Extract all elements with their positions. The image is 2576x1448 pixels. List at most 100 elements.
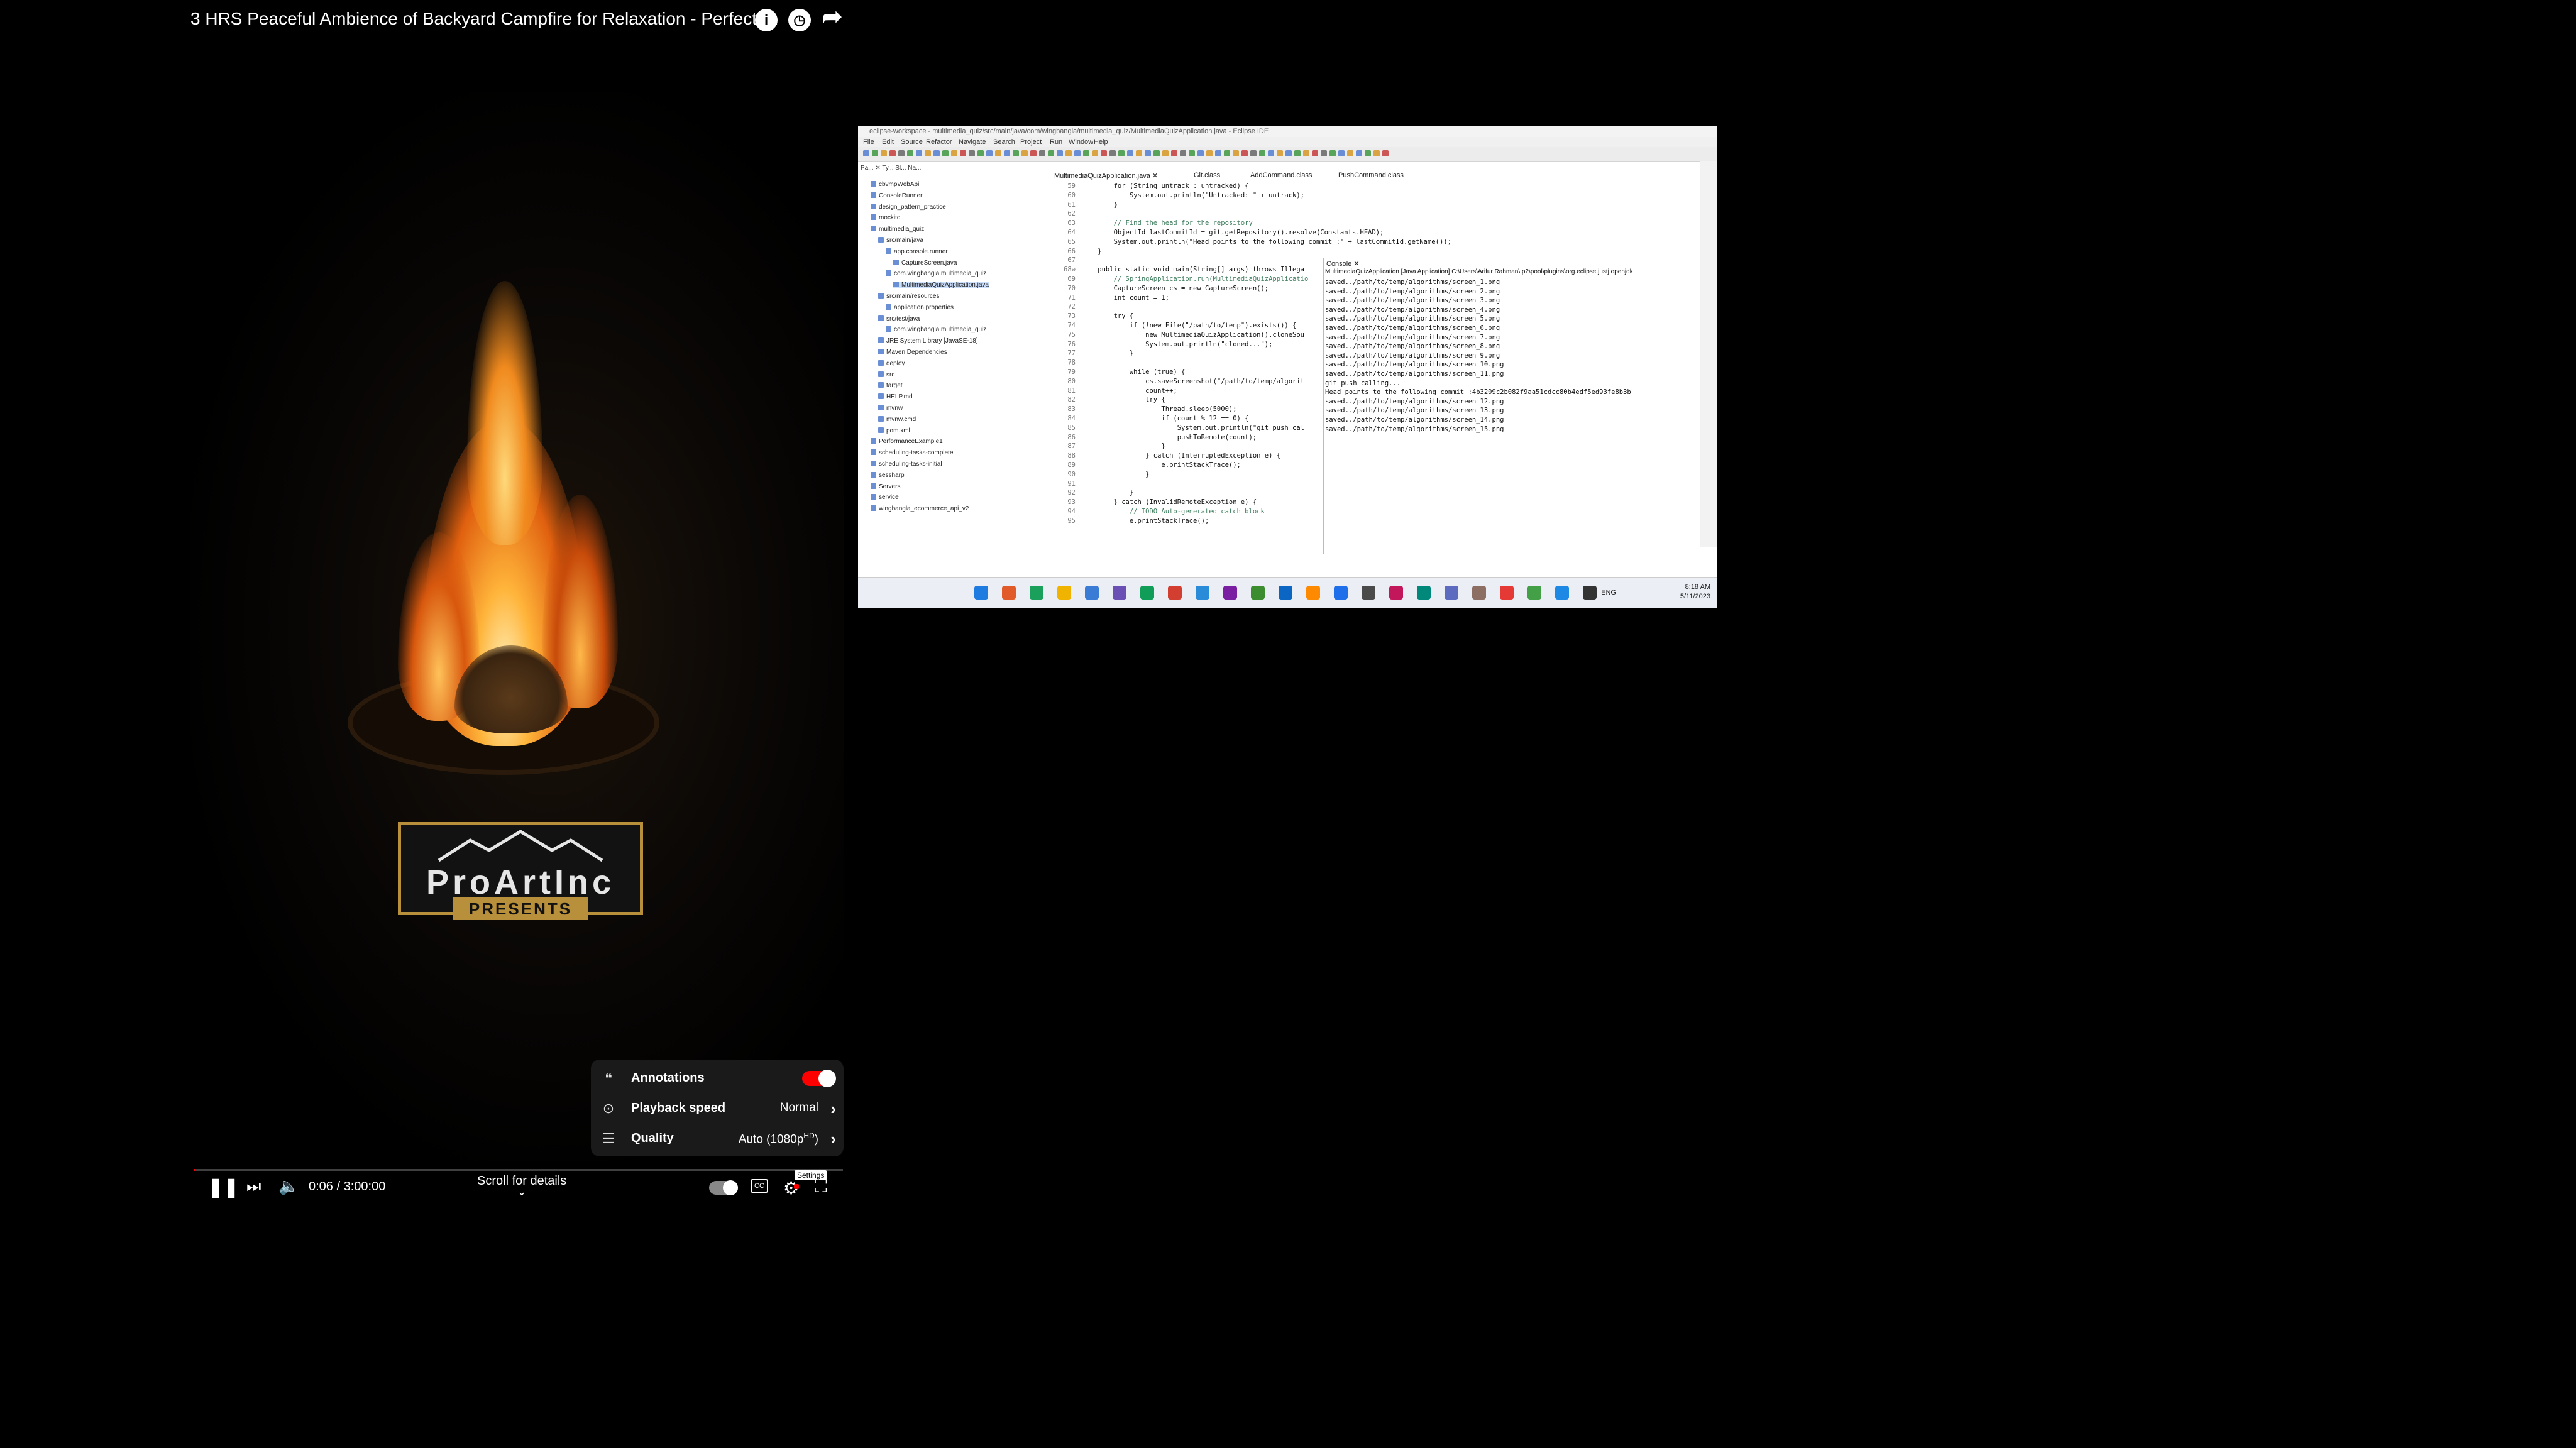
clock-icon[interactable]: ◷	[788, 9, 811, 31]
editor-tab: MultimediaQuizApplication.java ✕	[1054, 172, 1159, 180]
line-number: 88	[1067, 452, 1076, 460]
video-frame[interactable]	[190, 92, 844, 1161]
toolbar-icon	[1224, 150, 1230, 156]
eclipse-toolbar	[858, 147, 1717, 162]
console-line: saved../path/to/temp/algorithms/screen_1…	[1325, 407, 1504, 415]
tree-item: cbvmpWebApi	[871, 181, 919, 188]
tree-item: JRE System Library [JavaSE-18]	[878, 337, 978, 344]
quality-row[interactable]: ☰ Quality Auto (1080pHD) ›	[591, 1124, 844, 1154]
line-number: 66	[1067, 247, 1076, 255]
taskbar-app-icon	[1030, 586, 1043, 600]
line-number: 64	[1067, 229, 1076, 236]
subtitles-icon[interactable]: CC	[751, 1179, 768, 1193]
code-text: int count = 1;	[1082, 293, 1170, 302]
code-line: 64 ObjectId lastCommitId = git.getReposi…	[1059, 229, 1384, 236]
autoplay-toggle[interactable]	[709, 1180, 738, 1195]
progress-bar[interactable]	[194, 1169, 843, 1171]
quality-label: Quality	[631, 1131, 674, 1145]
code-text: CaptureScreen cs = new CaptureScreen();	[1082, 284, 1269, 292]
code-line: 59 for (String untrack : untracked) {	[1059, 182, 1248, 190]
tree-item: CaptureScreen.java	[893, 260, 957, 266]
editor-tabs: MultimediaQuizApplication.java ✕ Git.clas…	[1049, 171, 1703, 181]
tree-item: multimedia_quiz	[871, 226, 924, 233]
code-line: 92 }	[1059, 489, 1133, 496]
progress-played	[194, 1169, 195, 1171]
taskbar-app-icon	[1140, 586, 1154, 600]
toolbar-icon	[1136, 150, 1142, 156]
toolbar-icon	[1268, 150, 1274, 156]
code-text: e.printStackTrace();	[1082, 461, 1241, 469]
playback-speed-row[interactable]: ⊙ Playback speed Normal ›	[591, 1094, 844, 1124]
pause-icon[interactable]: ❚❚	[207, 1176, 239, 1198]
code-text: try {	[1082, 312, 1134, 321]
annotations-row[interactable]: ❝ Annotations	[591, 1063, 844, 1094]
taskbar-app-icon	[1251, 586, 1265, 600]
toolbar-icon	[1233, 150, 1239, 156]
annotations-toggle[interactable]	[802, 1070, 836, 1087]
line-number: 80	[1067, 377, 1076, 385]
chevron-right-icon: ›	[830, 1099, 836, 1118]
tree-item: MultimediaQuizApplication.java	[893, 282, 989, 289]
toolbar-icon	[1250, 150, 1257, 156]
taskbar-app-icon	[1389, 586, 1403, 600]
share-icon[interactable]: ➦	[821, 4, 844, 30]
console-tab: Console ✕	[1326, 260, 1360, 268]
toolbar-icon	[1241, 150, 1248, 156]
playback-speed-label: Playback speed	[631, 1101, 726, 1115]
code-line: 83 Thread.sleep(5000);	[1059, 405, 1237, 414]
line-number: 67	[1067, 256, 1076, 265]
line-number: 65	[1067, 238, 1076, 246]
console-line: saved../path/to/temp/algorithms/screen_4…	[1325, 305, 1500, 314]
scroll-for-details[interactable]: Scroll for details ⌄	[477, 1174, 566, 1197]
toolbar-icon	[1092, 150, 1098, 156]
toolbar-icon	[986, 150, 993, 156]
line-number: 78	[1067, 359, 1076, 367]
eclipse-menu-item: Edit	[882, 138, 894, 146]
toolbar-icon	[1021, 150, 1028, 156]
toolbar-icon	[1365, 150, 1371, 156]
line-number: 91	[1067, 480, 1076, 488]
console-line: saved../path/to/temp/algorithms/screen_1…	[1325, 370, 1504, 378]
line-number: 81	[1067, 387, 1076, 395]
info-icon[interactable]: i	[755, 9, 778, 31]
code-line: 78	[1059, 359, 1082, 366]
video-title[interactable]: 3 HRS Peaceful Ambience of Backyard Camp…	[190, 9, 779, 29]
line-number: 83	[1067, 405, 1076, 414]
tree-item: src/main/java	[878, 237, 923, 244]
code-text: System.out.println("git push cal	[1082, 424, 1305, 432]
quality-value: Auto (1080pHD)	[738, 1131, 818, 1146]
code-line: 61 }	[1059, 201, 1118, 209]
line-number: 85	[1067, 424, 1076, 432]
toolbar-icon	[1277, 150, 1283, 156]
code-line: 60 System.out.println("Untracked: " + un…	[1059, 192, 1304, 199]
mountain-logo-icon	[438, 830, 603, 862]
code-line: 67	[1059, 256, 1082, 264]
taskbar-app-icon	[1472, 586, 1486, 600]
code-line: 91	[1059, 480, 1082, 488]
console-line: saved../path/to/temp/algorithms/screen_3…	[1325, 297, 1500, 305]
console-line: saved../path/to/temp/algorithms/screen_1…	[1325, 425, 1504, 433]
tree-item: service	[871, 494, 899, 501]
console-header: MultimediaQuizApplication [Java Applicat…	[1325, 268, 1633, 275]
taskbar-app-icon	[1113, 586, 1126, 600]
toolbar-icon	[898, 150, 905, 156]
eclipse-menu-item: Refactor	[926, 138, 952, 146]
next-icon[interactable]: ⏭	[246, 1176, 261, 1197]
code-text: Thread.sleep(5000);	[1082, 405, 1237, 414]
toolbar-icon	[1303, 150, 1309, 156]
line-number: 86	[1067, 433, 1076, 441]
code-line: 89 e.printStackTrace();	[1059, 461, 1241, 469]
console-line: saved../path/to/temp/algorithms/screen_1…	[1325, 361, 1504, 369]
line-number: 62	[1067, 210, 1076, 218]
toolbar-icon	[1162, 150, 1169, 156]
line-number: 70	[1067, 284, 1076, 292]
toolbar-icon	[1338, 150, 1345, 156]
line-number: 90	[1067, 470, 1076, 478]
toolbar-icon	[1259, 150, 1265, 156]
tree-item: pom.xml	[878, 427, 910, 434]
volume-icon[interactable]: 🔈	[278, 1176, 299, 1196]
code-line: 90 }	[1059, 471, 1149, 478]
line-number: 72	[1067, 303, 1076, 311]
toolbar-icon	[1294, 150, 1301, 156]
tree-item: src/test/java	[878, 315, 920, 322]
